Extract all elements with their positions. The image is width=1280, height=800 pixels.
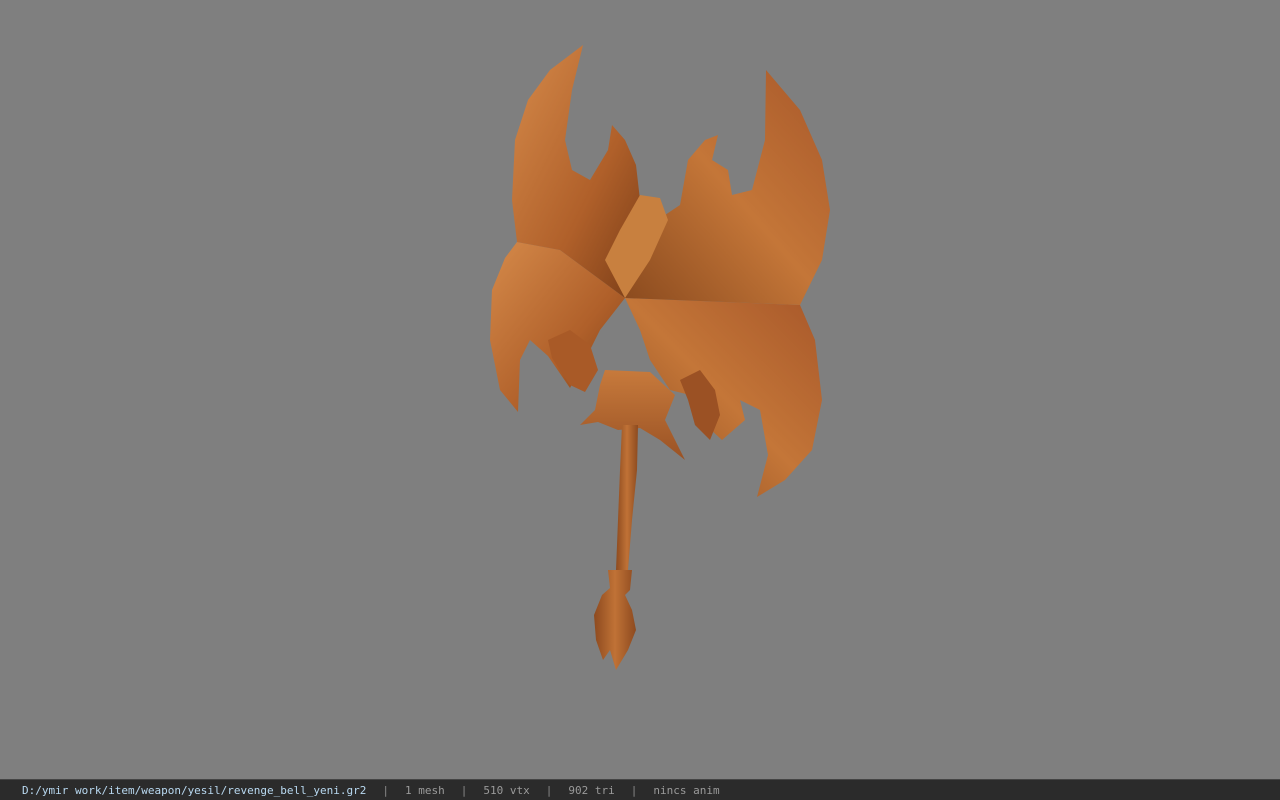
pommel [594,570,636,670]
separator: | [630,783,638,797]
weapon-model[interactable] [0,0,1280,779]
upper-right-horn [625,70,830,305]
status-bar: D:/ymir work/item/weapon/yesil/revenge_b… [0,779,1280,800]
separator: | [460,783,468,797]
animation-status: nincs anim [653,783,720,797]
separator: | [382,783,389,797]
handle-shaft [616,425,638,570]
vertex-count: 510 vtx [483,783,530,797]
separator: | [545,783,553,797]
mesh-count: 1 mesh [405,783,445,797]
triangle-count: 902 tri [568,783,615,797]
file-path: D:/ymir work/item/weapon/yesil/revenge_b… [22,783,367,797]
3d-viewport[interactable] [0,0,1280,779]
